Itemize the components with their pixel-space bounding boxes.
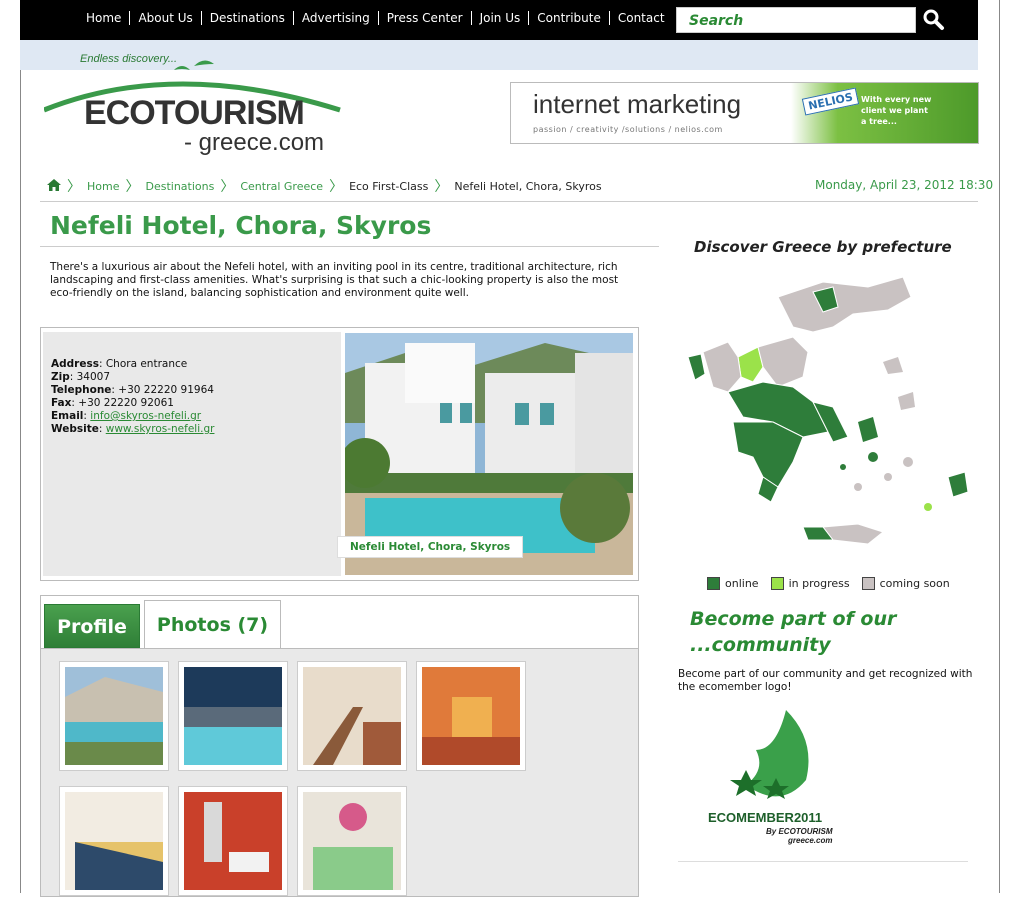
map-legend: online in progress coming soon	[707, 577, 962, 590]
legend-coming-soon: coming soon	[861, 577, 950, 590]
chevron-right-icon: 〉	[67, 179, 81, 195]
photo-thumbnail[interactable]	[178, 786, 288, 896]
community-text: Become part of our community and get rec…	[678, 668, 973, 693]
nav-home[interactable]: Home	[78, 11, 131, 25]
nav-press-center[interactable]: Press Center	[379, 11, 472, 25]
banner-title: internet marketing	[533, 89, 742, 119]
breadcrumb-region[interactable]: Central Greece	[240, 180, 323, 193]
ecomember-label: ECOMEMBER2011	[708, 810, 822, 825]
photo-thumbnail[interactable]	[416, 661, 526, 771]
current-datetime: Monday, April 23, 2012 18:30	[815, 178, 994, 192]
ecomember-logo[interactable]: ECOMEMBER2011 By ECOTOURISM greece.com	[706, 700, 856, 850]
chevron-right-icon: 〉	[434, 179, 449, 195]
banner-subtitle: passion / creativity /solutions / nelios…	[533, 125, 723, 134]
search-button[interactable]	[922, 8, 946, 32]
nav-about-us[interactable]: About Us	[130, 11, 202, 25]
photo-gallery	[41, 649, 638, 896]
hotel-intro-text: There's a luxurious air about the Nefeli…	[50, 261, 619, 299]
email-link[interactable]: info@skyros-nefeli.gr	[90, 410, 201, 422]
breadcrumb-home[interactable]: Home	[87, 180, 119, 193]
chevron-right-icon: 〉	[329, 179, 344, 195]
chevron-right-icon: 〉	[220, 179, 235, 195]
website-link[interactable]: www.skyros-nefeli.gr	[106, 423, 215, 435]
ecomember-by: By ECOTOURISM	[766, 827, 833, 836]
home-icon[interactable]	[47, 178, 61, 194]
nav-contact[interactable]: Contact	[610, 11, 673, 25]
banner-text: With every new client we plant a tree...	[861, 95, 932, 126]
contact-panel: Address: Chora entrance Zip: 34007 Telep…	[43, 332, 341, 576]
legend-swatch	[770, 577, 784, 590]
legend-online: online	[707, 577, 759, 590]
search-icon	[923, 9, 944, 30]
community-heading: Become part of our ...community	[690, 608, 897, 656]
nav-contribute[interactable]: Contribute	[529, 11, 610, 25]
nav-destinations[interactable]: Destinations	[202, 11, 294, 25]
ecotourism-logo[interactable]: Endless discovery... ECOTOURISM - greece…	[43, 48, 344, 158]
divider	[40, 201, 978, 202]
photo-caption: Nefeli Hotel, Chora, Skyros	[337, 536, 524, 558]
hotel-info-box: Address: Chora entrance Zip: 34007 Telep…	[40, 327, 639, 581]
logo-name: ECOTOURISM	[84, 94, 304, 132]
legend-swatch	[707, 577, 720, 590]
greece-prefecture-map[interactable]	[683, 262, 973, 562]
nelios-banner-ad[interactable]: internet marketing passion / creativity …	[510, 82, 979, 144]
photo-thumbnail[interactable]	[297, 661, 407, 771]
photo-thumbnail[interactable]	[59, 786, 169, 896]
breadcrumb: 〉 Home 〉 Destinations 〉 Central Greece 〉…	[47, 176, 608, 196]
photo-thumbnail[interactable]	[59, 661, 169, 771]
breadcrumb-current: Nefeli Hotel, Chora, Skyros	[454, 179, 602, 193]
main-menu: Home About Us Destinations Advertising P…	[78, 11, 673, 25]
photo-thumbnail[interactable]	[178, 661, 288, 771]
legend-in-progress: in progress	[770, 577, 850, 590]
page-title: Nefeli Hotel, Chora, Skyros	[50, 211, 432, 240]
chevron-right-icon: 〉	[125, 179, 140, 195]
divider	[40, 246, 659, 247]
logo-domain: - greece.com	[184, 129, 324, 156]
tab-photos[interactable]: Photos (7)	[144, 600, 281, 649]
nav-join-us[interactable]: Join Us	[472, 11, 530, 25]
search-input[interactable]: Search	[676, 7, 916, 33]
nav-advertising[interactable]: Advertising	[294, 11, 379, 25]
photo-thumbnail[interactable]	[297, 786, 407, 896]
tab-profile[interactable]: Profile	[44, 604, 140, 648]
tabs-box: Profile Photos (7)	[40, 595, 639, 897]
contact-details: Address: Chora entrance Zip: 34007 Telep…	[51, 358, 215, 435]
map-title: Discover Greece by prefecture	[694, 238, 952, 256]
breadcrumb-destinations[interactable]: Destinations	[145, 180, 214, 193]
breadcrumb-category[interactable]: Eco First-Class	[349, 180, 428, 193]
logo-tagline: Endless discovery...	[80, 53, 177, 65]
ecomember-domain: greece.com	[787, 836, 832, 845]
legend-swatch	[861, 577, 875, 590]
divider	[678, 861, 968, 862]
